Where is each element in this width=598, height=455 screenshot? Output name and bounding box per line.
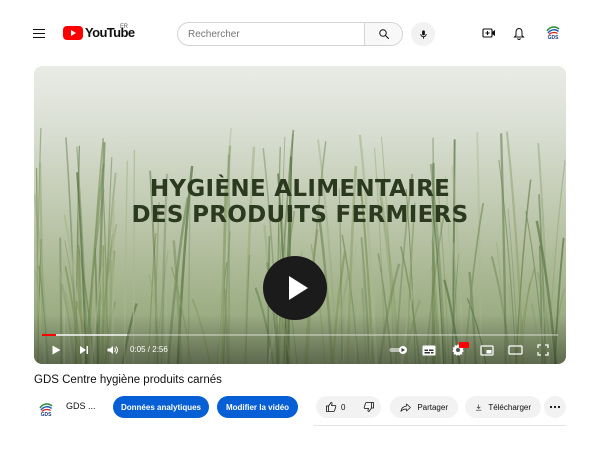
next-button[interactable] [76, 342, 92, 358]
settings-button[interactable] [448, 342, 469, 358]
avatar-text: GDS [547, 35, 559, 41]
miniplayer-button[interactable] [478, 342, 496, 358]
create-icon [482, 28, 495, 38]
next-icon [80, 346, 88, 354]
hd-badge-icon [459, 342, 469, 348]
download-label: Télécharger [488, 402, 531, 412]
theater-mode-button[interactable] [506, 342, 524, 358]
volume-button[interactable] [104, 342, 120, 358]
autoplay-icon [389, 346, 407, 354]
volume-icon [107, 346, 118, 354]
video-heading: GDS Centre hygiène produits carnés [34, 374, 222, 386]
search-input[interactable] [178, 23, 365, 45]
mic-icon [419, 29, 427, 39]
like-dislike-group: 0 [316, 396, 381, 418]
like-icon [326, 402, 337, 412]
bell-icon [513, 27, 525, 40]
progress-played [42, 334, 57, 336]
large-play-button[interactable] [263, 256, 327, 320]
progress-bar[interactable] [42, 334, 558, 336]
logo-region-code: FR [120, 24, 128, 30]
time-display: 0:05 / 2:56 [130, 345, 168, 354]
gds-logo-icon [546, 26, 560, 35]
more-icon [549, 405, 561, 409]
video-frame-title-line2: DES PRODUITS FERMIERS [131, 202, 469, 228]
channel-avatar[interactable]: GDS [36, 396, 56, 418]
search-button[interactable] [364, 23, 402, 45]
create-button[interactable] [480, 24, 498, 42]
download-icon [475, 404, 482, 410]
gds-logo-icon [39, 403, 53, 412]
search-box [177, 22, 403, 46]
dislike-icon [364, 402, 375, 412]
share-button[interactable]: Partager [390, 396, 458, 418]
video-frame-title: HYGIÈNE ALIMENTAIRE DES PRODUITS FERMIER… [34, 176, 566, 228]
subtitles-button[interactable] [420, 342, 438, 358]
search-icon [378, 29, 389, 39]
account-avatar[interactable]: GDS [542, 22, 564, 44]
more-actions-button[interactable] [544, 396, 566, 418]
youtube-logo-icon [63, 25, 83, 40]
dislike-button[interactable] [354, 396, 384, 418]
subtitles-icon [422, 345, 436, 355]
channel-avatar-text: GDS [40, 412, 52, 418]
analytics-button[interactable]: Données analytiques [113, 396, 209, 418]
video-player[interactable]: HYGIÈNE ALIMENTAIRE DES PRODUITS FERMIER… [34, 66, 566, 364]
theater-icon [507, 345, 523, 355]
fullscreen-button[interactable] [534, 342, 552, 358]
miniplayer-icon [480, 344, 494, 356]
channel-name[interactable]: GDS ... [66, 401, 96, 411]
voice-search-button[interactable] [411, 22, 435, 46]
share-label: Partager [417, 402, 448, 412]
autoplay-toggle[interactable] [388, 342, 410, 358]
video-frame-title-line1: HYGIÈNE ALIMENTAIRE [149, 176, 451, 202]
download-button[interactable]: Télécharger [465, 396, 541, 418]
section-divider [313, 425, 566, 426]
share-icon [400, 403, 411, 412]
play-button[interactable] [48, 342, 64, 358]
masthead: YouTube FR Rechercher GDS [0, 0, 598, 66]
play-icon [52, 345, 61, 355]
like-button[interactable]: 0 [316, 396, 354, 418]
menu-icon[interactable] [33, 26, 47, 40]
notifications-button[interactable] [510, 24, 528, 42]
like-count: 0 [341, 402, 346, 412]
owner-row: GDS GDS ... Données analytiques Modifier… [34, 394, 566, 420]
edit-video-button[interactable]: Modifier la vidéo [217, 396, 298, 418]
fullscreen-icon [537, 344, 549, 356]
